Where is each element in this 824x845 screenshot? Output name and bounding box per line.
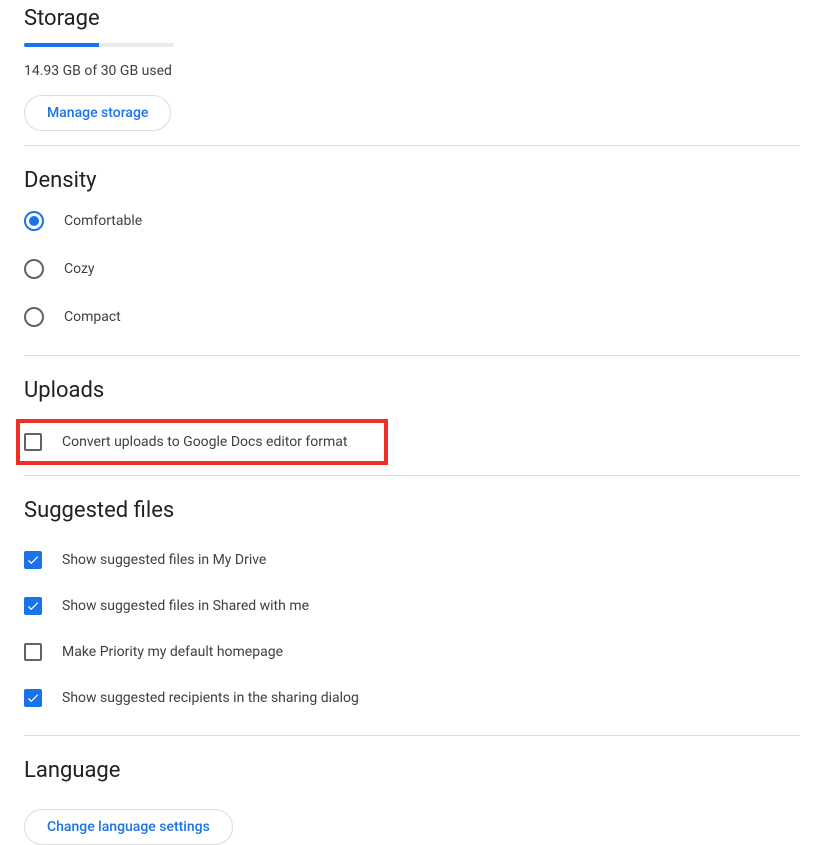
language-section: Language Change language settings [24, 736, 800, 845]
checkbox-icon [24, 597, 42, 615]
priority-homepage-row[interactable]: Make Priority my default homepage [24, 629, 800, 675]
suggested-check-group: Show suggested files in My Drive Show su… [24, 537, 800, 721]
density-option-comfortable[interactable]: Comfortable [24, 211, 800, 245]
density-option-label: Compact [64, 309, 121, 325]
checkbox-icon [24, 433, 42, 451]
density-option-label: Comfortable [64, 213, 142, 229]
suggested-label: Show suggested files in My Drive [62, 552, 266, 568]
suggested-label: Show suggested recipients in the sharing… [62, 690, 359, 706]
suggested-files-section: Suggested files Show suggested files in … [24, 476, 800, 721]
density-radio-group: Comfortable Cozy Compact [24, 211, 800, 341]
density-option-compact[interactable]: Compact [24, 293, 800, 341]
storage-heading: Storage [24, 6, 800, 31]
convert-uploads-label: Convert uploads to Google Docs editor fo… [62, 434, 347, 450]
density-option-label: Cozy [64, 261, 95, 277]
storage-usage-text: 14.93 GB of 30 GB used [24, 63, 800, 79]
density-heading: Density [24, 168, 800, 193]
radio-icon [24, 211, 44, 231]
suggested-label: Make Priority my default homepage [62, 644, 283, 660]
storage-section: Storage 14.93 GB of 30 GB used Manage st… [24, 0, 800, 131]
highlight-annotation: Convert uploads to Google Docs editor fo… [16, 419, 388, 465]
uploads-section: Uploads Convert uploads to Google Docs e… [24, 356, 800, 465]
checkbox-icon [24, 689, 42, 707]
manage-storage-button[interactable]: Manage storage [24, 95, 171, 131]
suggested-recipients-row[interactable]: Show suggested recipients in the sharing… [24, 675, 800, 721]
density-option-cozy[interactable]: Cozy [24, 245, 800, 293]
suggested-mydrive-row[interactable]: Show suggested files in My Drive [24, 537, 800, 583]
checkbox-icon [24, 551, 42, 569]
language-heading: Language [24, 758, 800, 783]
storage-progress-bar [24, 43, 174, 47]
checkbox-icon [24, 643, 42, 661]
storage-progress-fill [24, 43, 99, 47]
density-section: Density Comfortable Cozy Compact [24, 146, 800, 341]
change-language-button[interactable]: Change language settings [24, 809, 233, 845]
suggested-label: Show suggested files in Shared with me [62, 598, 309, 614]
uploads-heading: Uploads [24, 378, 800, 403]
radio-icon [24, 307, 44, 327]
suggested-heading: Suggested files [24, 498, 800, 523]
radio-icon [24, 259, 44, 279]
convert-uploads-checkbox-row[interactable]: Convert uploads to Google Docs editor fo… [24, 429, 380, 455]
suggested-shared-row[interactable]: Show suggested files in Shared with me [24, 583, 800, 629]
